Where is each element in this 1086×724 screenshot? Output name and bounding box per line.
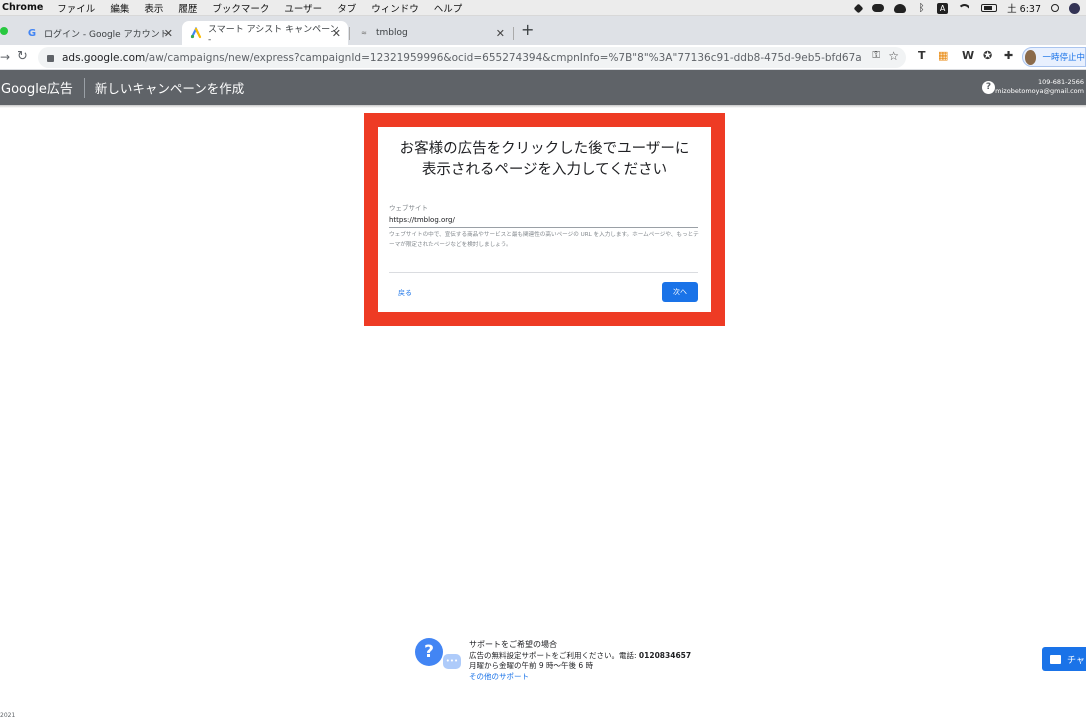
back-icon[interactable]: → <box>0 50 10 64</box>
blob-icon[interactable] <box>894 3 907 13</box>
tab-title: ログイン - Google アカウント <box>44 29 169 40</box>
account-info[interactable]: 109-681-2566 mizobetomoya@gmail.com <box>995 78 1084 96</box>
chat-button[interactable]: チャ <box>1042 647 1086 671</box>
google-ads-logo[interactable]: Google広告 <box>1 78 73 97</box>
card-divider <box>389 272 698 273</box>
tab-smart-assist[interactable]: スマート アシスト キャンペーン - ✕ <box>182 21 348 45</box>
card-title-line1: お客様の広告をクリックした後でユーザーに <box>399 141 690 157</box>
url-host: ads.google.com <box>62 51 146 64</box>
card-title-line2: 表示されるページを入力してください <box>421 162 668 178</box>
menu-window[interactable]: ウィンドウ <box>371 1 419 15</box>
google-ads-icon <box>190 27 202 39</box>
page-title: 新しいキャンペーンを作成 <box>94 81 245 96</box>
avatar <box>1025 49 1037 65</box>
close-icon[interactable]: ✕ <box>164 27 173 40</box>
extensions-puzzle-icon[interactable]: ✚ <box>1004 49 1013 62</box>
menu-tab[interactable]: タブ <box>337 1 356 15</box>
chat-button-label: チャ <box>1067 655 1085 666</box>
status-area: ᛒ A 土 6:37 <box>853 0 1080 16</box>
new-tab-icon[interactable]: + <box>521 20 534 39</box>
google-g-icon: G <box>27 27 37 39</box>
tab-separator <box>513 27 514 40</box>
extension-shield-icon[interactable]: ✪ <box>983 49 992 62</box>
tab-title: スマート アシスト キャンペーン - <box>208 24 339 45</box>
back-button[interactable]: 戻る <box>398 288 412 298</box>
footer-year: 2021 <box>0 712 16 719</box>
header-shadow <box>0 105 1086 108</box>
menu-bookmarks[interactable]: ブックマーク <box>212 1 269 15</box>
website-entry-card: お客様の広告をクリックした後でユーザーに 表示されるページを入力してください ウ… <box>378 127 711 312</box>
extension-t-icon[interactable]: T <box>918 49 926 62</box>
account-email: mizobetomoya@gmail.com <box>995 87 1084 95</box>
address-bar[interactable]: ads.google.com/aw/campaigns/new/express?… <box>38 47 906 68</box>
url-path: /aw/campaigns/new/express?campaignId=123… <box>145 51 862 64</box>
input-method-icon[interactable]: A <box>937 2 949 14</box>
support-line1-text: 広告の無料設定サポートをご利用ください。電話: <box>469 650 639 660</box>
bookmark-star-icon[interactable]: ☆ <box>888 49 899 63</box>
tmblog-favicon: ≈ <box>361 29 367 37</box>
account-id: 109-681-2566 <box>1037 78 1084 86</box>
tab-title: tmblog <box>376 28 408 38</box>
tab-bar: G ログイン - Google アカウント ✕ スマート アシスト キャンペーン… <box>0 16 1086 45</box>
rocket-icon[interactable] <box>853 3 864 13</box>
profile-paused-label: 一時停止中 <box>1042 53 1085 63</box>
menu-history[interactable]: 履歴 <box>178 1 197 15</box>
profile-button[interactable]: 一時停止中 <box>1022 47 1086 67</box>
close-icon[interactable]: ✕ <box>496 27 505 40</box>
support-heading: サポートをご希望の場合 <box>469 640 557 649</box>
chat-bubble-icon <box>1050 654 1061 664</box>
support-line1: 広告の無料設定サポートをご利用ください。電話: 0120834657 <box>469 651 691 662</box>
mac-menu-bar: Chrome ファイル 編集 表示 履歴 ブックマーク ユーザー タブ ウィンド… <box>0 0 1086 16</box>
help-icon[interactable]: ? <box>982 81 995 94</box>
url-text: ads.google.com/aw/campaigns/new/express?… <box>62 52 862 64</box>
website-field-label: ウェブサイト <box>389 204 428 212</box>
logo-ads: 広告 <box>46 82 73 97</box>
lock-icon[interactable] <box>47 55 54 62</box>
ads-header: Google広告 新しいキャンペーンを作成 ? 109-681-2566 miz… <box>0 70 1086 105</box>
menu-edit[interactable]: 編集 <box>110 1 129 15</box>
window-zoom-button[interactable] <box>0 27 8 35</box>
menu-view[interactable]: 表示 <box>144 1 163 15</box>
clock[interactable]: 土 6:37 <box>1007 1 1041 15</box>
tab-tmblog[interactable]: ≈ tmblog ✕ <box>350 21 512 45</box>
reload-icon[interactable]: ↻ <box>17 49 28 64</box>
extension-w-icon[interactable]: W <box>962 49 974 62</box>
battery-icon[interactable] <box>981 4 998 12</box>
close-icon[interactable]: ✕ <box>332 27 341 40</box>
support-question-icon: ? <box>415 638 443 666</box>
bluetooth-icon[interactable]: ᛒ <box>916 3 927 14</box>
logo-google: Google <box>1 82 47 97</box>
next-button[interactable]: 次へ <box>662 282 698 302</box>
support-hours: 月曜から金曜の午前 9 時～午後 6 時 <box>469 661 594 670</box>
tab-google-login[interactable]: G ログイン - Google アカウント ✕ <box>18 21 180 45</box>
menu-help[interactable]: ヘルプ <box>434 1 463 15</box>
menu-app-name[interactable]: Chrome <box>2 2 43 13</box>
menu-users[interactable]: ユーザー <box>284 1 322 15</box>
website-field-help: ウェブサイトの中で、宣伝する商品やサービスと最も関連性の高いページの URL を… <box>389 232 699 248</box>
user-icon[interactable] <box>1069 2 1080 14</box>
search-icon[interactable] <box>1051 4 1059 12</box>
website-input[interactable]: https://tmblog.org/ <box>389 216 455 224</box>
website-input-underline <box>389 227 698 228</box>
key-icon[interactable]: ⚿ <box>872 50 880 61</box>
support-phone: 0120834657 <box>638 650 692 660</box>
wifi-icon[interactable] <box>958 4 972 12</box>
support-chat-icon: ••• <box>443 654 461 669</box>
header-divider <box>83 77 85 98</box>
other-support-link[interactable]: その他のサポート <box>469 672 691 683</box>
card-title: お客様の広告をクリックした後でユーザーに 表示されるページを入力してください <box>378 139 711 181</box>
support-info: サポートをご希望の場合 広告の無料設定サポートをご利用ください。電話: 0120… <box>469 640 691 682</box>
menu-file[interactable]: ファイル <box>57 1 95 15</box>
extension-grid-icon[interactable]: ▦ <box>938 49 948 62</box>
cloud-icon[interactable] <box>872 4 885 12</box>
